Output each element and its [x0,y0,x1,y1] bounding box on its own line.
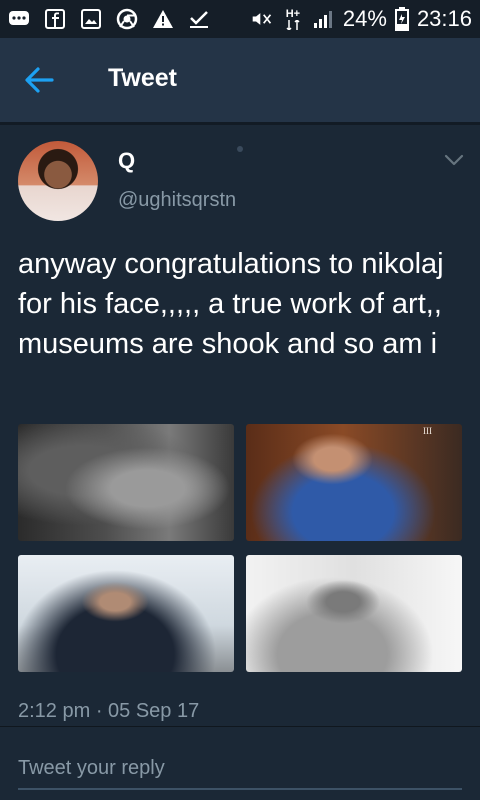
image-icon [80,8,102,30]
warning-icon [152,8,174,30]
facebook-icon [44,8,66,30]
tweet-text: anyway congratulations to nikolaj for hi… [18,248,444,360]
avatar[interactable] [18,141,98,221]
tweet-photo-3[interactable] [18,555,234,672]
indicator-dot [237,146,243,152]
chevron-down-icon[interactable] [443,152,465,168]
app-bar-divider [0,122,480,125]
tweet-photo-1[interactable] [18,424,234,541]
signal-icon [313,8,335,30]
status-bar: H+ 24% 23:16 [0,0,480,38]
divider [0,726,480,727]
mute-icon [251,8,273,30]
tweet-photo-2[interactable]: III [246,424,462,541]
battery-icon [394,7,409,31]
chat-icon [8,8,30,30]
tweet-timestamp: 2:12 pm · 05 Sep 17 [18,700,200,722]
check-icon [188,8,210,30]
user-handle[interactable]: @ughitsqrstn [118,189,236,212]
network-type-icon: H+ [281,8,305,30]
display-name[interactable]: Q [118,148,135,174]
clock: 23:16 [416,6,472,31]
page-title: Tweet [108,64,177,92]
photo-overlay-text: III [423,426,432,436]
app-bar: Tweet [0,38,480,122]
chrome-icon [116,8,138,30]
battery-percent: 24% [342,6,387,31]
reply-input[interactable] [18,748,462,790]
tweet-photo-4[interactable] [246,555,462,672]
back-arrow-icon[interactable] [24,66,54,94]
